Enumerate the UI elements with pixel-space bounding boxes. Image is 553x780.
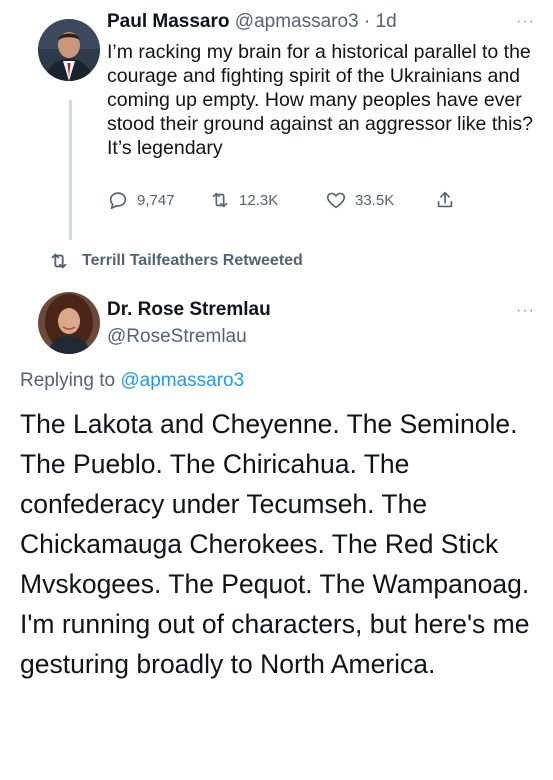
like-icon: [326, 192, 346, 209]
like-count: 33.5K: [355, 191, 395, 209]
replying-handle-link[interactable]: @apmassaro3: [120, 370, 244, 391]
tweet-actions: 9,747 12.3K 33.5K: [107, 189, 527, 215]
share-button[interactable]: [434, 189, 456, 211]
more-options-icon[interactable]: ···: [516, 302, 535, 320]
author-handle[interactable]: @apmassaro3: [235, 11, 359, 32]
reply-count: 9,747: [137, 191, 175, 209]
retweet-icon: [51, 253, 67, 269]
like-button[interactable]: 33.5K: [325, 189, 394, 211]
author-name[interactable]: Dr. Rose Stremlau: [107, 299, 271, 320]
more-options-icon[interactable]: ···: [516, 13, 535, 31]
tweet-quoted-parent[interactable]: Paul Massaro @apmassaro3 · 1d ··· I’m ra…: [0, 0, 553, 240]
replying-prefix: Replying to: [20, 370, 121, 391]
tweet-text: I’m racking my brain for a historical pa…: [107, 41, 534, 159]
retweet-banner[interactable]: Terrill Tailfeathers Retweeted: [48, 250, 303, 272]
author-name[interactable]: Paul Massaro: [107, 11, 230, 32]
avatar-paul-massaro[interactable]: [38, 19, 100, 81]
reply-button[interactable]: 9,747: [107, 189, 175, 211]
thread-line: [69, 100, 72, 240]
avatar-photo-icon: [38, 292, 100, 354]
tweet-text: The Lakota and Cheyenne. The Seminole. T…: [20, 409, 530, 679]
tweet1-header: Paul Massaro @apmassaro3 · 1d: [107, 11, 397, 33]
share-icon: [437, 191, 453, 208]
retweet-banner-label: Terrill Tailfeathers Retweeted: [82, 252, 303, 269]
avatar-photo-icon: [38, 19, 100, 81]
author-handle[interactable]: @RoseStremlau: [107, 326, 247, 348]
reply-icon: [109, 192, 127, 210]
tweet2-author-name: Dr. Rose Stremlau: [107, 299, 271, 321]
retweet-count: 12.3K: [239, 191, 279, 209]
tweet-time[interactable]: 1d: [376, 11, 397, 32]
avatar-rose-stremlau[interactable]: [38, 292, 100, 354]
replying-to: Replying to @apmassaro3: [20, 370, 244, 392]
separator-dot: ·: [363, 11, 371, 32]
retweet-icon: [212, 192, 228, 208]
retweet-button[interactable]: 12.3K: [209, 189, 278, 211]
